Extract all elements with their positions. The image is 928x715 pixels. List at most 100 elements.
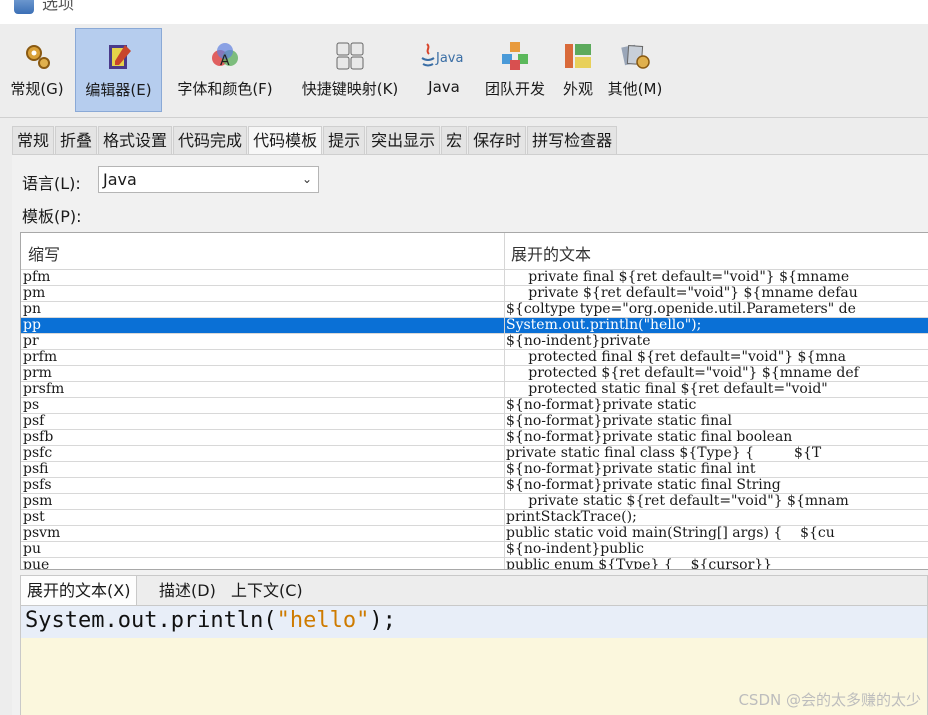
cell-abbr: pm <box>23 286 46 301</box>
table-row[interactable]: pst printStackTrace(); <box>21 510 928 526</box>
tab-hints[interactable]: 提示 <box>323 126 366 154</box>
cell-expanded-text: private static final class ${Type} { ${T <box>506 446 822 461</box>
table-row[interactable]: psf ${no-format}private static final <box>21 414 928 430</box>
keyboard-icon <box>336 42 364 70</box>
editor-pen-icon <box>108 45 131 69</box>
table-row[interactable]: psm private static ${ret default="void"}… <box>21 494 928 510</box>
cell-abbr: pfm <box>23 270 51 285</box>
cell-expanded-text: ${no-indent}public <box>506 542 645 557</box>
table-row[interactable]: psfc private static final class ${Type} {… <box>21 446 928 462</box>
cell-abbr: psfi <box>23 462 49 477</box>
detail-tabs: 展开的文本(X) 描述(D) 上下文(C) <box>20 575 928 605</box>
category-java[interactable]: Java Java <box>414 28 474 112</box>
cell-expanded-text: protected ${ret default="void"} ${mname … <box>506 366 859 381</box>
tab-code-completion[interactable]: 代码完成 <box>173 126 248 154</box>
cell-abbr: prm <box>23 366 52 381</box>
cell-abbr: pst <box>23 510 45 525</box>
table-row[interactable]: pue public enum ${Type} { ${cursor}} <box>21 558 928 570</box>
java-icon: Java <box>421 43 463 67</box>
table-row[interactable]: pn ${coltype type="org.openide.util.Param… <box>21 302 928 318</box>
cell-abbr: pp <box>23 318 41 333</box>
category-misc[interactable]: 其他(M) <box>603 28 667 112</box>
table-row[interactable]: psfs ${no-format}private static final Str… <box>21 478 928 494</box>
tab-spellchecker[interactable]: 拼写检查器 <box>527 126 618 154</box>
table-row[interactable]: ps ${no-format}private static <box>21 398 928 414</box>
cell-expanded-text: ${no-format}private static final String <box>506 478 781 493</box>
table-row[interactable]: pu ${no-indent}public <box>21 542 928 558</box>
tab-expanded-text[interactable]: 展开的文本(X) <box>21 576 138 605</box>
tab-context[interactable]: 上下文(C) <box>225 576 309 605</box>
expanded-text-editor[interactable]: System.out.println("hello"); CSDN @会的太多赚… <box>20 605 928 715</box>
language-value: Java <box>103 170 137 189</box>
tab-macros[interactable]: 宏 <box>441 126 468 154</box>
column-divider <box>504 270 505 569</box>
app-icon <box>14 0 34 14</box>
templates-label: 模板(P): <box>22 207 82 226</box>
window-title: 选项 <box>42 0 75 13</box>
cell-abbr: pu <box>23 542 41 557</box>
cell-expanded-text: public static void main(String[] args) {… <box>506 526 835 541</box>
table-row[interactable]: pm private ${ret default="void"} ${mname… <box>21 286 928 302</box>
gear-icon <box>26 45 50 69</box>
cell-abbr: pue <box>23 558 50 570</box>
table-row[interactable]: pfm private final ${ret default="void"} … <box>21 270 928 286</box>
table-row[interactable]: psfi ${no-format}private static final int <box>21 462 928 478</box>
tab-description[interactable]: 描述(D) <box>153 576 222 605</box>
cell-expanded-text: private static ${ret default="void"} ${m… <box>506 494 849 509</box>
category-label: Java <box>428 78 460 96</box>
table-row[interactable]: psvm public static void main(String[] arg… <box>21 526 928 542</box>
java-logo-text: Java <box>435 51 463 66</box>
editor-subtabs: 常规 折叠 格式设置 代码完成 代码模板 提示 突出显示 宏 保存时 拼写检查器 <box>12 126 618 154</box>
category-team[interactable]: 团队开发 <box>477 28 553 112</box>
table-row[interactable]: prfm protected final ${ret default="void… <box>21 350 928 366</box>
table-row[interactable]: psfb ${no-format}private static final boo… <box>21 430 928 446</box>
cell-abbr: psm <box>23 494 53 509</box>
tab-highlighting[interactable]: 突出显示 <box>366 126 441 154</box>
cell-abbr: psf <box>23 414 45 429</box>
cell-expanded-text: ${no-format}private static final int <box>506 462 756 477</box>
tab-general[interactable]: 常规 <box>12 126 55 154</box>
table-row[interactable]: pp System.out.println("hello"); <box>21 318 928 334</box>
cell-expanded-text: ${no-format}private static <box>506 398 697 413</box>
column-header-expanded[interactable]: 展开的文本 <box>511 241 591 265</box>
category-fonts-colors[interactable]: A 字体和颜色(F) <box>166 28 284 112</box>
table-row[interactable]: prsfm protected static final ${ret defau… <box>21 382 928 398</box>
font-color-icon: A <box>212 43 238 69</box>
category-editor[interactable]: 编辑器(E) <box>75 28 162 112</box>
language-select[interactable]: Java ⌄ <box>98 166 319 193</box>
misc-icon <box>621 44 650 69</box>
tab-formatting[interactable]: 格式设置 <box>98 126 173 154</box>
category-toolbar: 常规(G) 编辑器(E) A 字体和颜色(F) 快捷键映射(K) Java Ja… <box>0 24 928 118</box>
column-header-abbr[interactable]: 缩写 <box>28 241 60 265</box>
cell-expanded-text: private ${ret default="void"} ${mname de… <box>506 286 858 301</box>
svg-text:A: A <box>220 53 230 69</box>
table-row[interactable]: prm protected ${ret default="void"} ${mn… <box>21 366 928 382</box>
appearance-icon <box>565 44 591 68</box>
category-label: 快捷键映射(K) <box>301 80 399 98</box>
table-row[interactable]: pr ${no-indent}private <box>21 334 928 350</box>
tab-folding[interactable]: 折叠 <box>55 126 98 154</box>
cell-abbr: pn <box>23 302 41 317</box>
window-titlebar: 选项 <box>0 0 928 24</box>
category-label: 其他(M) <box>607 80 663 98</box>
table-header: 缩写 展开的文本 <box>21 233 928 270</box>
cell-expanded-text: protected static final ${ret default="vo… <box>506 382 828 397</box>
cell-abbr: prfm <box>23 350 58 365</box>
cell-abbr: psfb <box>23 430 54 445</box>
cell-expanded-text: private final ${ret default="void"} ${mn… <box>506 270 850 285</box>
watermark: CSDN @会的太多赚的太少 <box>738 691 921 709</box>
category-keymap[interactable]: 快捷键映射(K) <box>288 28 412 112</box>
tab-on-save[interactable]: 保存时 <box>468 126 527 154</box>
code-text: ); <box>369 608 396 633</box>
team-cubes-icon <box>502 42 528 70</box>
category-label: 字体和颜色(F) <box>177 80 273 98</box>
templates-table[interactable]: 缩写 展开的文本 pfm private final ${ret default… <box>20 232 928 570</box>
cell-abbr: psfs <box>23 478 52 493</box>
category-label: 编辑器(E) <box>85 81 152 99</box>
tab-code-templates[interactable]: 代码模板 <box>248 126 323 154</box>
category-appearance[interactable]: 外观 <box>556 28 600 112</box>
cell-expanded-text: ${no-format}private static final <box>506 414 732 429</box>
cell-abbr: prsfm <box>23 382 65 397</box>
category-label: 团队开发 <box>484 80 545 98</box>
category-general[interactable]: 常规(G) <box>4 28 70 112</box>
